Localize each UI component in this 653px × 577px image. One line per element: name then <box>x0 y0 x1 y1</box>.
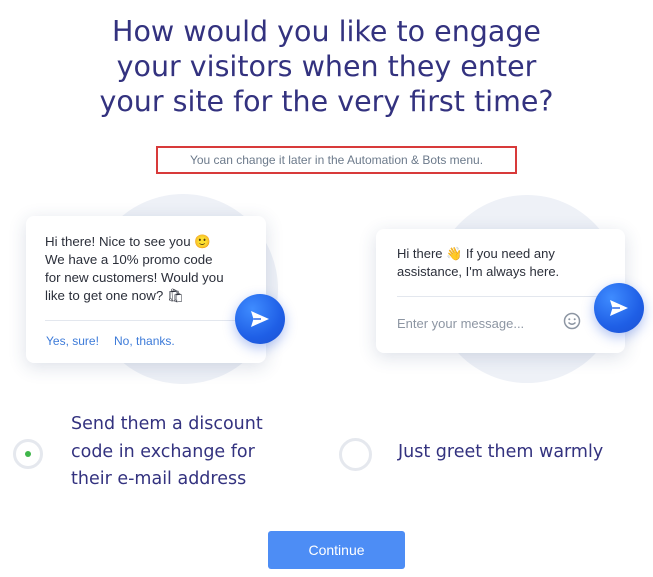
left-send-button <box>235 294 285 344</box>
option-discount-line-3: their e-mail address <box>71 469 247 489</box>
option-greet-label[interactable]: Just greet them warmly <box>398 439 603 467</box>
smiley-icon[interactable] <box>563 312 581 330</box>
discount-chat-card: Hi there! Nice to see you 🙂 We have a 10… <box>26 216 266 363</box>
option-discount-line-2: code in exchange for <box>71 441 255 462</box>
card-divider <box>45 320 235 321</box>
heading-line-1: How would you like to engage <box>112 15 541 48</box>
selected-dot-icon <box>25 451 31 457</box>
option-greet-radio[interactable] <box>339 438 372 471</box>
option-discount-label[interactable]: Send them a discount code in exchange fo… <box>71 411 263 494</box>
continue-button[interactable]: Continue <box>268 531 405 569</box>
discount-message-line-3: for new customers! Would you <box>45 270 224 285</box>
heading-line-3: your site for the very first time? <box>99 85 554 118</box>
page-heading: How would you like to engage your visito… <box>0 14 653 119</box>
greeting-message-line-1: Hi there 👋 If you need any <box>397 246 555 261</box>
reply-no-button[interactable]: No, thanks. <box>114 334 175 348</box>
heading-line-2: your visitors when they enter <box>116 50 537 83</box>
subtitle-note: You can change it later in the Automatio… <box>156 146 517 174</box>
discount-message-line-1: Hi there! Nice to see you 🙂 <box>45 234 211 249</box>
reply-yes-button[interactable]: Yes, sure! <box>46 334 99 348</box>
option-discount-line-1: Send them a discount <box>71 414 263 434</box>
option-greet-line-1: Just greet them warmly <box>398 442 604 462</box>
greeting-message-line-2: assistance, I'm always here. <box>397 264 560 279</box>
send-icon <box>251 311 269 327</box>
greeting-chat-card: Hi there 👋 If you need any assistance, I… <box>376 229 625 353</box>
send-icon <box>610 300 628 316</box>
right-send-button <box>594 283 644 333</box>
discount-message-line-4: like to get one now? 🛍 <box>45 288 184 303</box>
discount-message-line-2: We have a 10% promo code <box>45 252 213 267</box>
card-divider <box>397 296 607 297</box>
option-discount-radio[interactable] <box>13 439 43 469</box>
message-input[interactable]: Enter your message... <box>397 316 524 331</box>
